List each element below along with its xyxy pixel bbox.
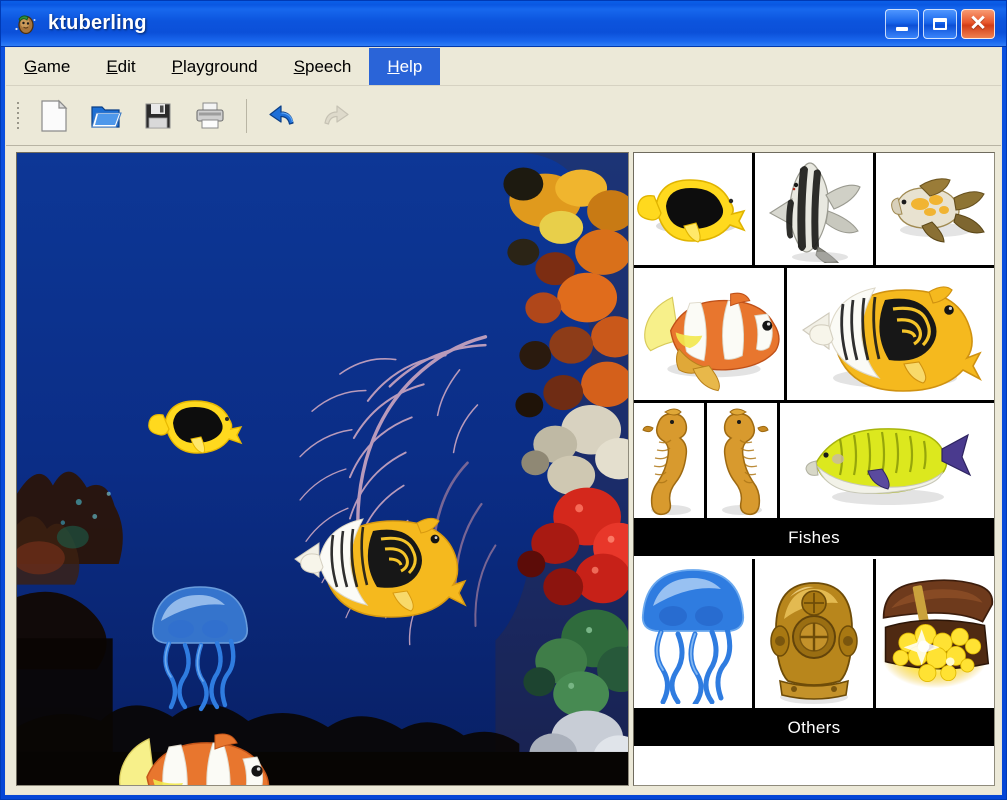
potato-icon[interactable]	[13, 11, 39, 37]
print-button[interactable]	[184, 93, 236, 139]
playground-canvas[interactable]	[16, 152, 629, 786]
maximize-button[interactable]	[923, 8, 957, 39]
undo-button[interactable]	[257, 93, 309, 139]
maximize-icon	[933, 17, 947, 30]
palette-group-label-fishes: Fishes	[634, 521, 994, 556]
printer-icon	[196, 102, 224, 128]
palette-item-jellyfish[interactable]	[634, 559, 752, 708]
toolbar-grip[interactable]	[14, 96, 22, 136]
palette-item-yellow-angelfish[interactable]	[634, 153, 752, 265]
main-area: Fishes Others	[6, 146, 1001, 794]
open-folder-icon	[91, 105, 122, 128]
close-icon: ✕	[969, 12, 987, 35]
client-area: Game Edit Playground Speech Help Fishes …	[5, 47, 1002, 795]
save-button[interactable]	[132, 93, 184, 139]
window-title: ktuberling	[48, 12, 147, 34]
object-palette: Fishes Others	[633, 152, 995, 786]
redo-arrow-icon	[324, 104, 349, 125]
palette-item-diving-helmet[interactable]	[755, 559, 873, 708]
minimize-icon	[896, 26, 908, 31]
undo-arrow-icon	[269, 104, 294, 125]
redo-button	[309, 93, 361, 139]
palette-group-label-others: Others	[634, 711, 994, 746]
menu-speech[interactable]: Speech	[276, 48, 370, 85]
palette-item-treasure-chest[interactable]	[876, 559, 994, 708]
open-button[interactable]	[80, 93, 132, 139]
placed-yellow-black-angelfish[interactable]	[143, 391, 247, 455]
palette-item-striped-angelfish[interactable]	[755, 153, 873, 265]
menu-playground[interactable]: Playground	[154, 48, 276, 85]
coral-reef-background	[17, 153, 628, 785]
new-game-button[interactable]	[28, 93, 80, 139]
palette-item-butterflyfish[interactable]	[786, 268, 994, 400]
placed-butterflyfish[interactable]	[289, 505, 471, 619]
menu-edit[interactable]: Edit	[88, 48, 153, 85]
menu-game[interactable]: Game	[6, 48, 88, 85]
palette-row	[634, 559, 994, 711]
palette-item-seahorse-left[interactable]	[634, 403, 704, 518]
palette-row	[634, 403, 994, 521]
palette-row	[634, 153, 994, 268]
placed-jellyfish[interactable]	[147, 581, 253, 713]
menu-help[interactable]: Help	[369, 48, 441, 85]
toolbar-separator	[246, 98, 247, 133]
palette-item-clownfish[interactable]	[634, 268, 784, 400]
application-window: ktuberling ✕ Game Edit Playground Speech…	[0, 0, 1007, 800]
minimize-button[interactable]	[885, 8, 919, 39]
close-button[interactable]: ✕	[961, 8, 995, 39]
palette-item-surgeonfish[interactable]	[779, 403, 994, 518]
palette-item-goldfish[interactable]	[876, 153, 994, 265]
window-controls: ✕	[885, 8, 1000, 39]
toolbar	[6, 86, 1001, 146]
palette-tail	[634, 746, 994, 785]
palette-item-seahorse-right[interactable]	[706, 403, 777, 518]
palette-row	[634, 268, 994, 403]
new-document-icon	[41, 99, 68, 132]
floppy-disk-icon	[145, 103, 171, 128]
placed-clownfish[interactable]	[107, 721, 279, 785]
title-bar[interactable]: ktuberling ✕	[1, 1, 1006, 47]
menu-bar: Game Edit Playground Speech Help	[6, 48, 1001, 86]
